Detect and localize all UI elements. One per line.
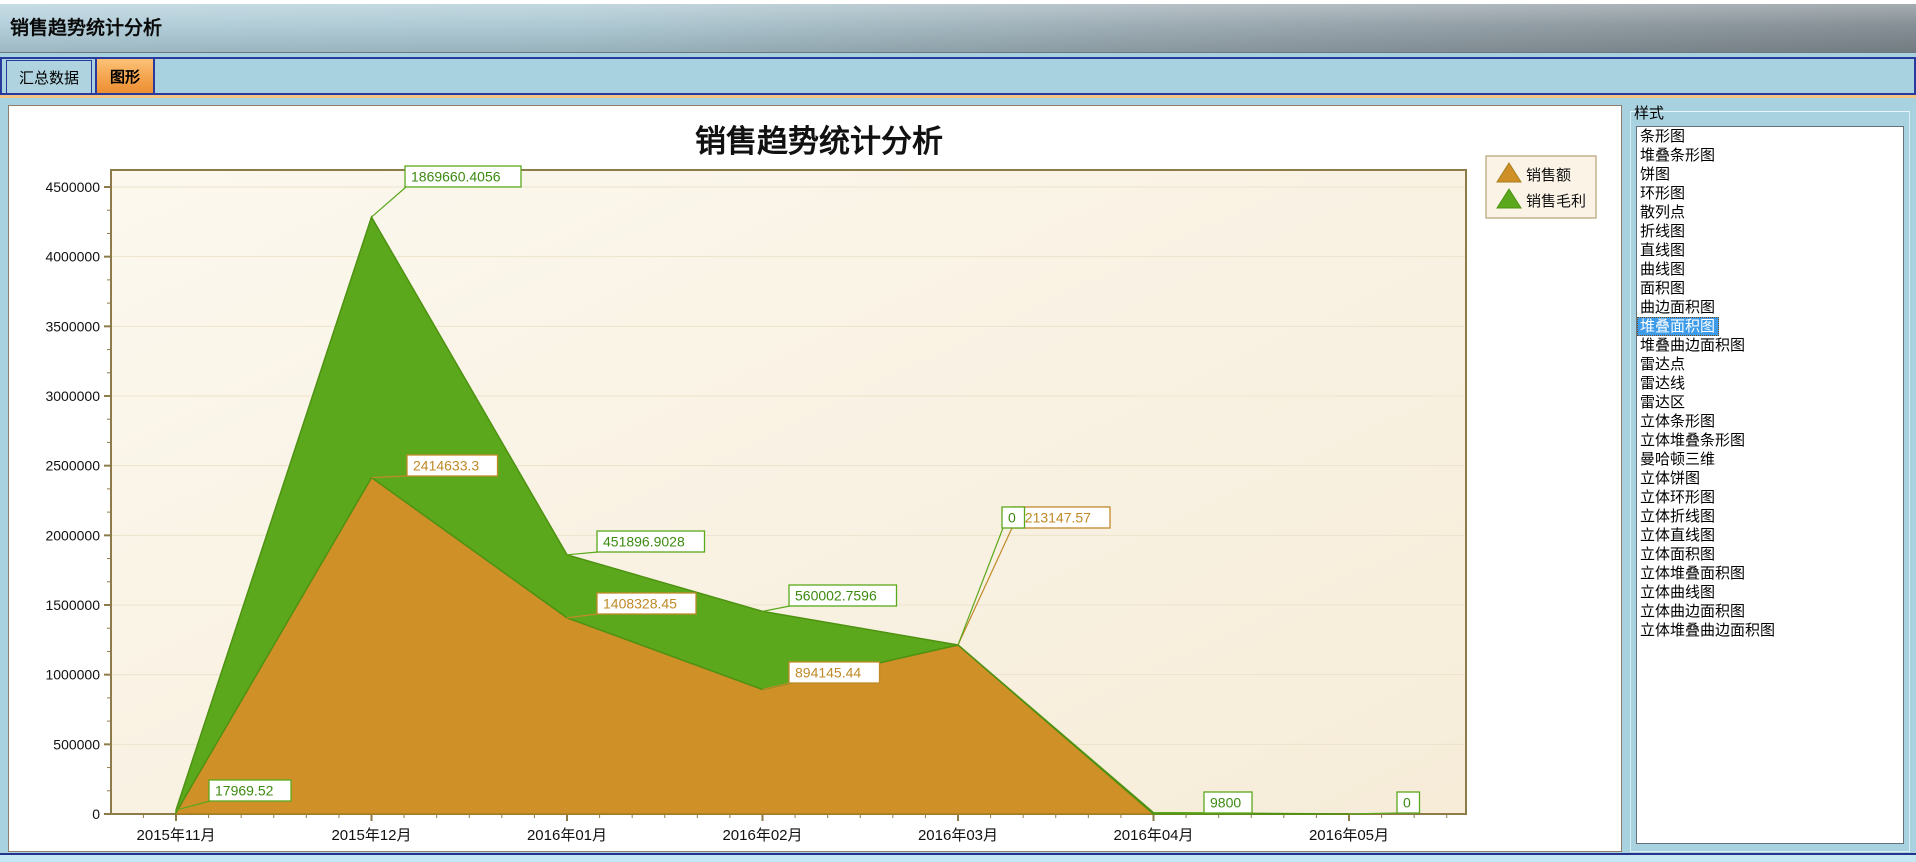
style-list-item[interactable]: 立体条形图 xyxy=(1637,412,1903,431)
data-label: 0 xyxy=(1008,510,1016,526)
tab-strip: 汇总数据 图形 xyxy=(0,57,1916,95)
svg-text:4000000: 4000000 xyxy=(45,249,100,265)
data-label: 1408328.45 xyxy=(603,596,677,612)
accent-line xyxy=(0,95,1916,98)
svg-text:2000000: 2000000 xyxy=(45,527,100,543)
style-list-item[interactable]: 曼哈顿三维 xyxy=(1637,450,1903,469)
style-list-item[interactable]: 环形图 xyxy=(1637,184,1903,203)
data-label: 17969.52 xyxy=(215,783,274,799)
style-list-item[interactable]: 散列点 xyxy=(1637,203,1903,222)
style-list-item[interactable]: 堆叠条形图 xyxy=(1637,146,1903,165)
data-label: 451896.9028 xyxy=(603,534,685,550)
style-group-label: 样式 xyxy=(1632,102,1664,123)
style-list-item[interactable]: 立体面积图 xyxy=(1637,545,1903,564)
style-list-item[interactable]: 曲边面积图 xyxy=(1637,298,1903,317)
style-list-item[interactable]: 雷达区 xyxy=(1637,393,1903,412)
window-title: 销售趋势统计分析 xyxy=(10,18,162,39)
style-list-item[interactable]: 立体曲边面积图 xyxy=(1637,602,1903,621)
legend-label-sales: 销售额 xyxy=(1526,167,1571,184)
x-axis-label: 2016年01月 xyxy=(527,827,607,844)
style-list-item[interactable]: 折线图 xyxy=(1637,222,1903,241)
style-list-item[interactable]: 立体堆叠曲边面积图 xyxy=(1637,621,1903,640)
main-content: 0 500000 1000000 1500000 2000000 2500000 30000… xyxy=(0,100,1916,853)
svg-text:0: 0 xyxy=(92,806,100,822)
x-axis-label: 2016年05月 xyxy=(1309,827,1389,844)
data-label: 894145.44 xyxy=(795,665,861,681)
x-axis-label: 2015年12月 xyxy=(331,827,411,844)
style-list-item[interactable]: 面积图 xyxy=(1637,279,1903,298)
svg-text:3000000: 3000000 xyxy=(45,388,100,404)
window-titlebar: 销售趋势统计分析 xyxy=(0,4,1916,53)
style-list-item[interactable]: 立体饼图 xyxy=(1637,469,1903,488)
data-label: 560002.7596 xyxy=(795,588,877,604)
style-list-item[interactable]: 堆叠面积图 xyxy=(1637,317,1719,336)
chart-title: 销售趋势统计分析 xyxy=(695,124,943,160)
svg-text:500000: 500000 xyxy=(53,736,100,752)
data-label: 9800 xyxy=(1210,795,1241,811)
style-listbox[interactable]: 条形图堆叠条形图饼图环形图散列点折线图直线图曲线图面积图曲边面积图堆叠面积图堆叠… xyxy=(1636,126,1904,844)
data-label: 1213147.57 xyxy=(1017,510,1091,526)
x-axis-label: 2016年04月 xyxy=(1113,827,1193,844)
data-label: 1869660.4056 xyxy=(411,169,501,185)
style-list-item[interactable]: 直线图 xyxy=(1637,241,1903,260)
style-panel: 样式 条形图堆叠条形图饼图环形图散列点折线图直线图曲线图面积图曲边面积图堆叠面积… xyxy=(1630,102,1912,852)
style-list-item[interactable]: 立体直线图 xyxy=(1637,526,1903,545)
style-list-item[interactable]: 雷达点 xyxy=(1637,355,1903,374)
svg-text:4500000: 4500000 xyxy=(45,179,100,195)
x-axis-label: 2015年11月 xyxy=(137,827,216,844)
bottom-strip xyxy=(0,853,1916,862)
style-list-item[interactable]: 立体折线图 xyxy=(1637,507,1903,526)
svg-text:1000000: 1000000 xyxy=(45,667,100,683)
stacked-area-chart: 0 500000 1000000 1500000 2000000 2500000 30000… xyxy=(9,106,1621,851)
svg-text:1500000: 1500000 xyxy=(45,597,100,613)
chart-panel: 0 500000 1000000 1500000 2000000 2500000 30000… xyxy=(8,105,1622,852)
style-list-item[interactable]: 饼图 xyxy=(1637,165,1903,184)
data-label: 0 xyxy=(1403,795,1411,811)
x-axis-label: 2016年03月 xyxy=(918,827,998,844)
tab-chart[interactable]: 图形 xyxy=(95,57,155,93)
tab-summary-data[interactable]: 汇总数据 xyxy=(6,60,92,93)
style-list-item[interactable]: 条形图 xyxy=(1637,127,1903,146)
legend-label-profit: 销售毛利 xyxy=(1526,193,1586,210)
style-list-item[interactable]: 立体曲线图 xyxy=(1637,583,1903,602)
x-axis-label: 2016年02月 xyxy=(722,827,802,844)
style-list-item[interactable]: 堆叠曲边面积图 xyxy=(1637,336,1903,355)
data-label: 2414633.3 xyxy=(413,458,479,474)
style-list-item[interactable]: 立体环形图 xyxy=(1637,488,1903,507)
style-list-item[interactable]: 立体堆叠条形图 xyxy=(1637,431,1903,450)
svg-text:3500000: 3500000 xyxy=(45,318,100,334)
style-list-item[interactable]: 曲线图 xyxy=(1637,260,1903,279)
style-list-item[interactable]: 雷达线 xyxy=(1637,374,1903,393)
style-list-item[interactable]: 立体堆叠面积图 xyxy=(1637,564,1903,583)
svg-text:2500000: 2500000 xyxy=(45,458,100,474)
